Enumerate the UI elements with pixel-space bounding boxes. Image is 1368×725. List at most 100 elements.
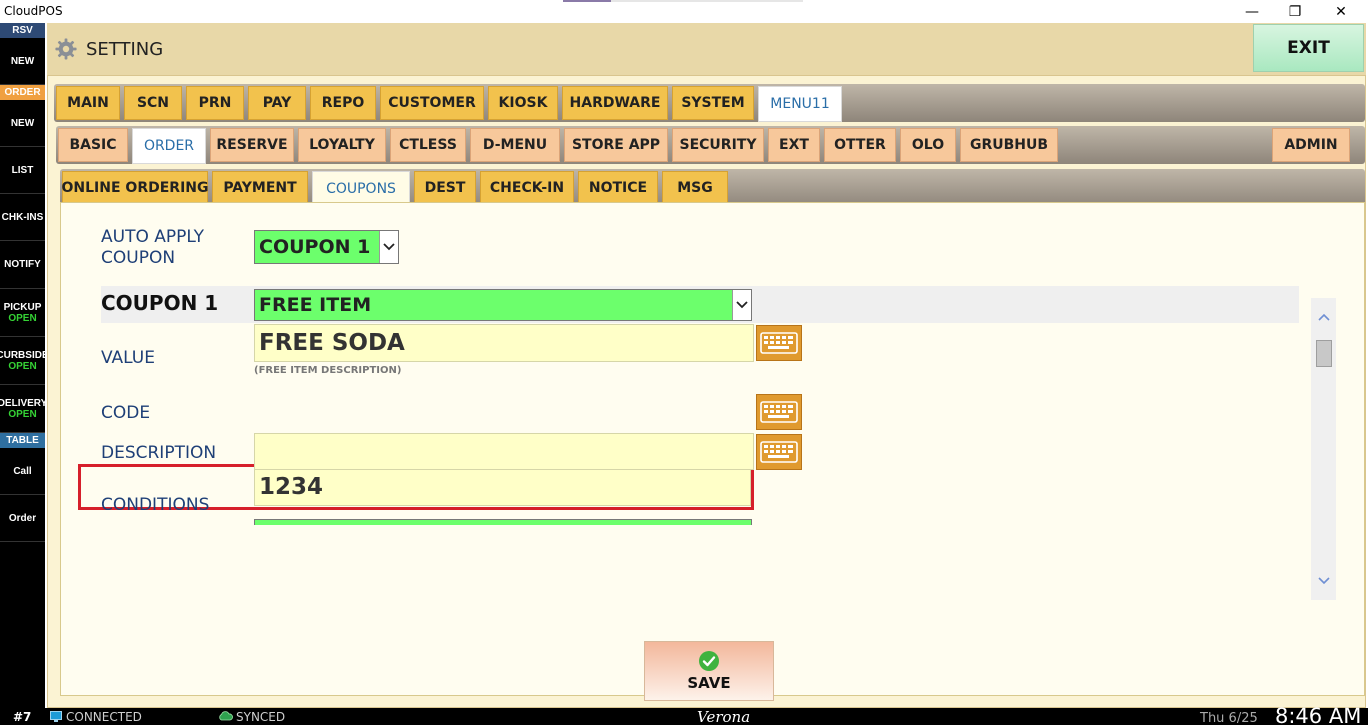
- status-bar: #7 CONNECTED SYNCED Verona Thu 6/25 8:46…: [0, 704, 1368, 725]
- tab-notice[interactable]: NOTICE: [578, 171, 658, 205]
- rsv-new-label: NEW: [10, 55, 35, 67]
- conditions-select[interactable]: [254, 519, 752, 525]
- scroll-down-icon[interactable]: [1311, 572, 1336, 588]
- tab-payment[interactable]: PAYMENT: [212, 171, 308, 205]
- minimize-button[interactable]: —: [1229, 0, 1275, 23]
- value-input[interactable]: FREE SODA: [254, 324, 754, 362]
- keyboard-icon[interactable]: [756, 394, 802, 430]
- coupon-type-select[interactable]: FREE ITEM: [254, 289, 752, 321]
- tab-grubhub[interactable]: GRUBHUB: [960, 128, 1058, 162]
- conditions-label: CONDITIONS: [101, 495, 210, 515]
- left-sidebar: RSV NEW ORDER NEW LIST CHK-INS NOTIFY PI…: [0, 23, 45, 708]
- station-number: #7: [13, 710, 32, 724]
- delivery-label: DELIVERY: [0, 397, 45, 409]
- close-window-button[interactable]: ✕: [1318, 0, 1364, 23]
- top-indicator-strip: [563, 0, 803, 2]
- table-header: TABLE: [0, 433, 45, 448]
- setting-header: SETTING EXIT: [47, 23, 1366, 75]
- rsv-header: RSV: [0, 23, 45, 38]
- save-button[interactable]: SAVE: [644, 641, 774, 701]
- order-header: ORDER: [0, 85, 45, 100]
- rsv-new-button[interactable]: NEW: [0, 38, 45, 85]
- tab-check-in[interactable]: CHECK-IN: [480, 171, 574, 205]
- tab-reserve[interactable]: RESERVE: [210, 128, 294, 162]
- code-input[interactable]: 1234: [254, 467, 751, 506]
- tab-store-app[interactable]: STORE APP: [564, 128, 668, 162]
- gear-icon: [55, 38, 77, 60]
- exit-button[interactable]: EXIT: [1253, 24, 1364, 72]
- keyboard-icon[interactable]: [756, 325, 802, 361]
- call-button[interactable]: Call: [0, 448, 45, 495]
- tab-msg[interactable]: MSG: [662, 171, 728, 205]
- settings-content: MAIN SCN PRN PAY REPO CUSTOMER KIOSK HAR…: [47, 75, 1366, 708]
- description-label: DESCRIPTION: [101, 443, 217, 463]
- tab-scn[interactable]: SCN: [124, 86, 182, 120]
- table-order-button[interactable]: Order: [0, 495, 45, 542]
- description-input[interactable]: [254, 433, 754, 470]
- order-new-button[interactable]: NEW: [0, 100, 45, 147]
- cloud-icon: [219, 711, 233, 721]
- tab-system[interactable]: SYSTEM: [672, 86, 754, 120]
- tab-ctless[interactable]: CTLESS: [390, 128, 466, 162]
- order-list-button[interactable]: LIST: [0, 147, 45, 194]
- checkmark-icon: [699, 651, 719, 671]
- tab-olo[interactable]: OLO: [900, 128, 956, 162]
- chk-ins-label: CHK-INS: [1, 211, 44, 223]
- connection-status: CONNECTED: [66, 710, 142, 724]
- code-input-text: 1234: [259, 473, 324, 500]
- tab-ext[interactable]: EXT: [768, 128, 820, 162]
- auto-apply-coupon-select[interactable]: COUPON 1: [254, 230, 399, 264]
- pickup-button[interactable]: PICKUP OPEN: [0, 289, 45, 337]
- notify-button[interactable]: NOTIFY: [0, 241, 45, 289]
- sync-status: SYNCED: [236, 710, 286, 724]
- tab-otter[interactable]: OTTER: [824, 128, 896, 162]
- form-scrollbar[interactable]: [1311, 298, 1336, 600]
- tab-security[interactable]: SECURITY: [672, 128, 764, 162]
- tab-dest[interactable]: DEST: [414, 171, 476, 205]
- tab-admin[interactable]: ADMIN: [1272, 128, 1350, 162]
- tab-order[interactable]: ORDER: [132, 128, 206, 164]
- restore-button[interactable]: ❐: [1272, 0, 1318, 23]
- chevron-down-icon: [379, 231, 398, 263]
- notify-label: NOTIFY: [4, 259, 41, 270]
- tab-kiosk[interactable]: KIOSK: [488, 86, 558, 120]
- title-bar: CloudPOS — ❐ ✕: [0, 0, 1368, 23]
- order-new-label: NEW: [10, 117, 35, 129]
- value-input-text: FREE SODA: [259, 330, 405, 356]
- store-name: Verona: [697, 708, 751, 725]
- auto-apply-coupon-value: COUPON 1: [259, 236, 371, 258]
- status-date: Thu 6/25: [1200, 711, 1258, 725]
- scroll-up-icon[interactable]: [1311, 308, 1336, 324]
- monitor-icon: [50, 711, 62, 722]
- value-label: VALUE: [101, 348, 155, 368]
- page-title: SETTING: [86, 39, 164, 60]
- table-order-label: Order: [8, 512, 37, 524]
- chevron-down-icon: [732, 290, 751, 320]
- main-area: SETTING EXIT MAIN SCN PRN PAY REPO CUSTO…: [45, 23, 1368, 708]
- app-window: CloudPOS — ❐ ✕ RSV NEW ORDER NEW LIST CH…: [0, 0, 1368, 725]
- tab-repo[interactable]: REPO: [310, 86, 376, 120]
- tab-online-ordering[interactable]: ONLINE ORDERING: [62, 171, 208, 205]
- pickup-label: PICKUP: [3, 301, 42, 313]
- tab-main[interactable]: MAIN: [56, 86, 120, 120]
- tab-pay[interactable]: PAY: [248, 86, 306, 120]
- tab-menu11[interactable]: MENU11: [758, 86, 842, 122]
- chk-ins-button[interactable]: CHK-INS: [0, 194, 45, 241]
- tab-hardware[interactable]: HARDWARE: [562, 86, 668, 120]
- order-list-label: LIST: [11, 164, 34, 176]
- tab-d-menu[interactable]: D-MENU: [470, 128, 560, 162]
- auto-apply-coupon-label: AUTO APPLY COUPON: [101, 227, 204, 268]
- save-label: SAVE: [687, 674, 731, 692]
- tab-loyalty[interactable]: LOYALTY: [298, 128, 386, 162]
- tab-prn[interactable]: PRN: [186, 86, 244, 120]
- delivery-button[interactable]: DELIVERY OPEN: [0, 385, 45, 433]
- tab-customer[interactable]: CUSTOMER: [380, 86, 484, 120]
- tab-basic[interactable]: BASIC: [58, 128, 128, 162]
- curbside-status: OPEN: [8, 360, 37, 372]
- scroll-thumb[interactable]: [1316, 340, 1332, 367]
- curbside-label: CURBSIDE: [0, 349, 45, 361]
- curbside-button[interactable]: CURBSIDE OPEN: [0, 337, 45, 385]
- app-title: CloudPOS: [4, 4, 63, 18]
- keyboard-icon[interactable]: [756, 434, 802, 470]
- coupon-type-value: FREE ITEM: [259, 294, 372, 316]
